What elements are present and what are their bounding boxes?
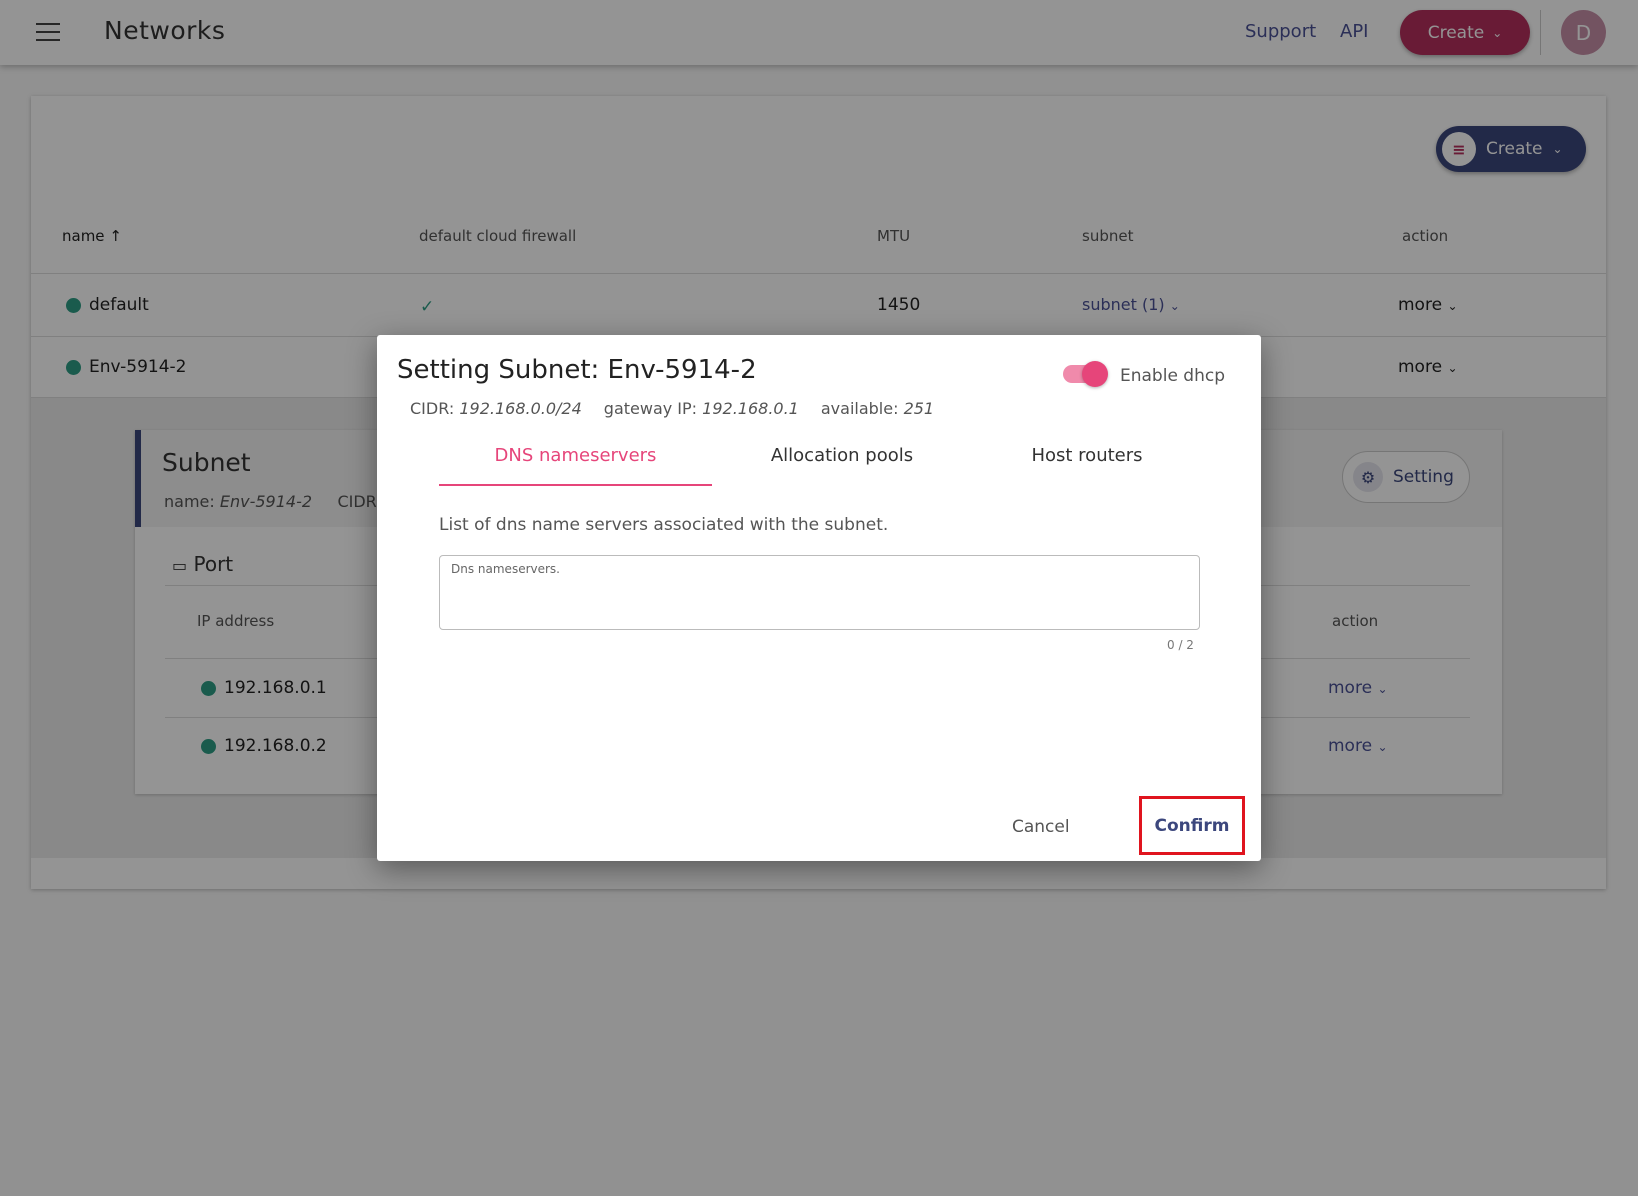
dhcp-toggle-knob[interactable] bbox=[1082, 361, 1108, 387]
cidr-info: CIDR: 192.168.0.0/24 bbox=[410, 399, 582, 418]
tab-allocation-pools[interactable]: Allocation pools bbox=[712, 445, 972, 466]
active-tab-indicator bbox=[439, 484, 712, 486]
cancel-button[interactable]: Cancel bbox=[1012, 817, 1070, 837]
dhcp-label: Enable dhcp bbox=[1120, 366, 1226, 386]
tab-dns-nameservers[interactable]: DNS nameservers bbox=[439, 445, 712, 466]
textarea-placeholder: Dns nameservers. bbox=[451, 562, 560, 576]
gateway-info: gateway IP: 192.168.0.1 bbox=[603, 399, 799, 418]
setting-subnet-dialog: Setting Subnet: Env-5914-2 Enable dhcp C… bbox=[377, 335, 1261, 861]
dialog-title: Setting Subnet: Env-5914-2 bbox=[397, 355, 757, 385]
confirm-button[interactable]: Confirm bbox=[1139, 796, 1245, 855]
available-info: available: 251 bbox=[820, 399, 935, 418]
tab-host-routers[interactable]: Host routers bbox=[972, 445, 1202, 466]
subnet-info: CIDR: 192.168.0.0/24 gateway IP: 192.168… bbox=[410, 399, 934, 418]
tab-description: List of dns name servers associated with… bbox=[439, 515, 889, 535]
character-counter: 0 / 2 bbox=[1167, 638, 1194, 652]
